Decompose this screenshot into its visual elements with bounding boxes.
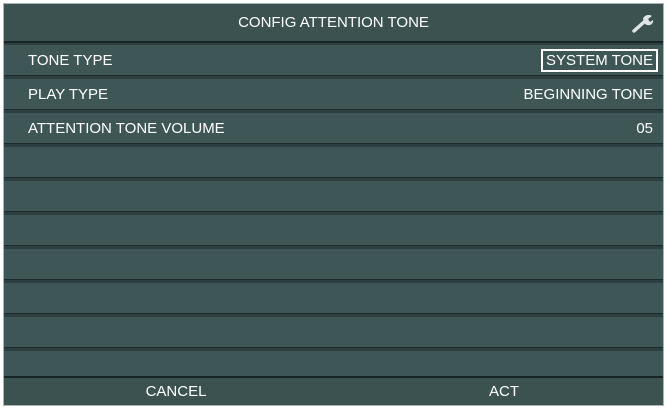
row-tone-type[interactable]: TONE TYPE SYSTEM TONE <box>4 45 663 76</box>
empty-row <box>4 181 663 212</box>
wrench-icon[interactable] <box>629 12 655 34</box>
cancel-button[interactable]: CANCEL <box>76 378 276 405</box>
row-play-type[interactable]: PLAY TYPE BEGINNING TONE <box>4 79 663 110</box>
settings-list: TONE TYPE SYSTEM TONE PLAY TYPE BEGINNIN… <box>4 45 663 385</box>
page-title: CONFIG ATTENTION TONE <box>238 14 429 31</box>
act-button[interactable]: ACT <box>404 378 604 405</box>
play-type-value[interactable]: BEGINNING TONE <box>524 86 653 103</box>
volume-value[interactable]: 05 <box>636 120 653 137</box>
bottom-bar: CANCEL ACT <box>4 376 663 405</box>
empty-row <box>4 215 663 246</box>
row-attention-tone-volume[interactable]: ATTENTION TONE VOLUME 05 <box>4 113 663 144</box>
row-label: PLAY TYPE <box>28 85 109 103</box>
row-label: ATTENTION TONE VOLUME <box>28 119 225 137</box>
empty-row <box>4 249 663 280</box>
empty-row <box>4 147 663 178</box>
tone-type-value[interactable]: SYSTEM TONE <box>541 48 658 72</box>
row-label: TONE TYPE <box>28 51 113 69</box>
empty-row <box>4 283 663 314</box>
empty-row <box>4 317 663 348</box>
config-attention-tone-screen: CONFIG ATTENTION TONE TONE TYPE SYSTEM T… <box>3 3 664 406</box>
title-bar: CONFIG ATTENTION TONE <box>4 4 663 43</box>
